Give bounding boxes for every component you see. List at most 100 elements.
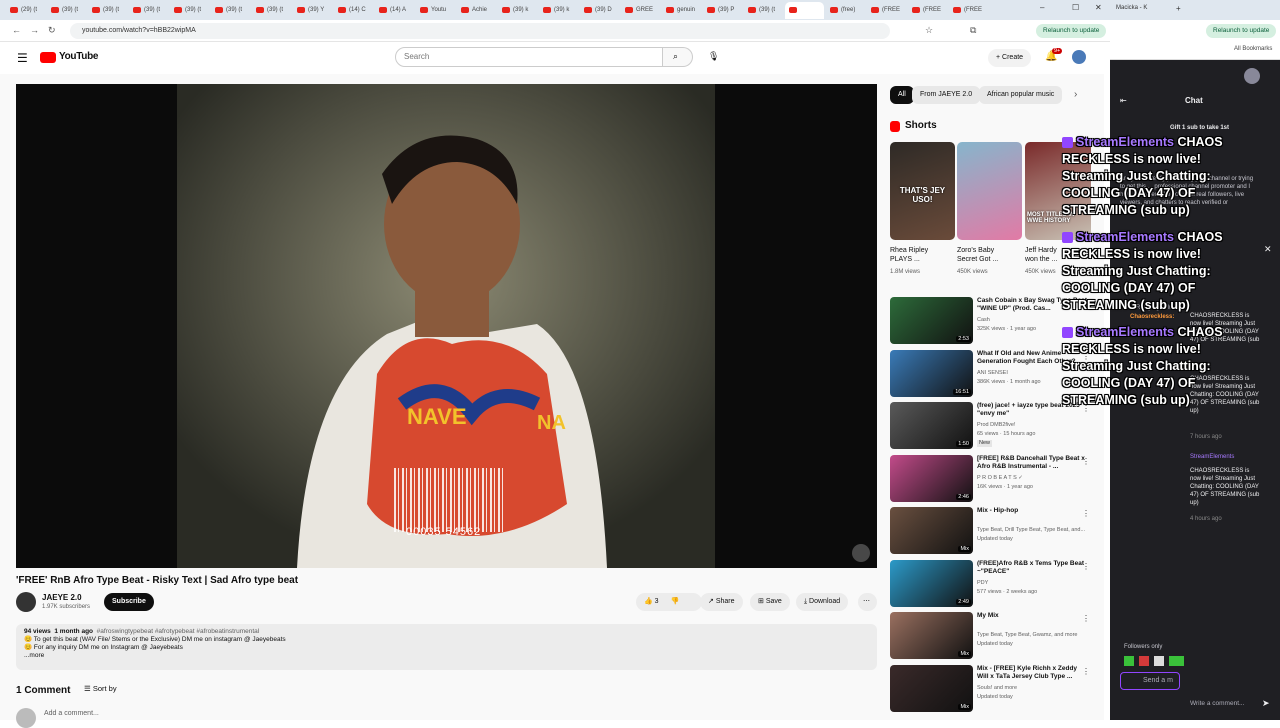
- back-icon[interactable]: ←: [12, 25, 21, 35]
- recommendation-thumbnail[interactable]: 2:49: [890, 559, 973, 607]
- bookmark-star-icon[interactable]: ☆: [925, 25, 933, 36]
- browser-tab[interactable]: [785, 1, 824, 19]
- youtube-logo-icon[interactable]: [40, 52, 56, 63]
- search-button[interactable]: ⌕: [663, 47, 693, 67]
- relaunch-button[interactable]: Relaunch to update: [1036, 24, 1107, 38]
- more-actions-button[interactable]: ⋯: [858, 593, 877, 611]
- recommendation-item[interactable]: 1:50 (free) jace! + iayze type beat 2025 …: [890, 402, 1102, 450]
- recommendation-thumbnail[interactable]: 2:53: [890, 297, 973, 344]
- short-1-title[interactable]: Rhea Ripley PLAYS ...: [890, 246, 942, 264]
- extensions-icon[interactable]: ⧉: [970, 25, 976, 36]
- channel-watermark-icon[interactable]: [852, 544, 870, 562]
- browser-tab[interactable]: genuin: [662, 2, 701, 19]
- recommendation-title[interactable]: (FREE)Afro R&B x Tems Type Beat ~"PEACE": [977, 560, 1089, 576]
- recommendation-channel[interactable]: Type Beat, Drill Type Beat, Type Beat, a…: [977, 527, 1092, 534]
- replying-user[interactable]: Chaosreckless:: [1130, 313, 1174, 321]
- new-tab-icon[interactable]: +: [1176, 4, 1181, 13]
- minimize-icon[interactable]: –: [1040, 3, 1044, 12]
- browser-tab[interactable]: (39) Y: [293, 2, 332, 19]
- browser-tab[interactable]: (free): [826, 2, 865, 19]
- side-tab-title[interactable]: Macicka - K: [1116, 5, 1147, 11]
- recommendation-item[interactable]: Mix Mix - Hip-hop Type Beat, Drill Type Be…: [890, 507, 1102, 555]
- browser-tab[interactable]: (39) (t: [88, 2, 127, 19]
- short-1-thumbnail[interactable]: THAT'S JEY USO!: [890, 142, 955, 240]
- recommendation-title[interactable]: My Mix: [977, 612, 1089, 620]
- write-comment-input[interactable]: Write a comment...: [1190, 700, 1244, 707]
- create-button[interactable]: + Create: [988, 49, 1032, 67]
- browser-tab[interactable]: (14) C: [334, 2, 373, 19]
- browser-tab[interactable]: (39) (t: [47, 2, 86, 19]
- send-message-input[interactable]: Send a m: [1120, 672, 1180, 690]
- search-input[interactable]: Search: [395, 47, 663, 67]
- like-icon[interactable]: 👍: [644, 598, 655, 605]
- collapse-chat-icon[interactable]: ⇤: [1120, 96, 1127, 105]
- recommendation-thumbnail[interactable]: 2:46: [890, 454, 973, 502]
- save-button[interactable]: ⊞ Save: [750, 593, 790, 611]
- gift-sub-banner[interactable]: Gift 1 sub to take 1st: [1170, 124, 1229, 132]
- recommendation-item[interactable]: Mix Mix - [FREE] Kyle Richh x Zeddy Will …: [890, 664, 1102, 713]
- side-relaunch-button[interactable]: Relaunch to update: [1206, 24, 1277, 38]
- menu-icon[interactable]: ☰: [17, 51, 28, 65]
- browser-tab[interactable]: (39) P: [703, 2, 742, 19]
- chip-african-music[interactable]: African popular music: [979, 86, 1063, 104]
- description-box[interactable]: 94 views 1 month ago #afroswingtypebeat …: [16, 624, 877, 670]
- channel-avatar[interactable]: [16, 592, 36, 612]
- close-popup-icon[interactable]: ✕: [1264, 244, 1272, 255]
- download-button[interactable]: ⤓ Download: [796, 593, 849, 611]
- hashtags[interactable]: #afroswingtypebeat #afrotypebeat #afrobe…: [97, 628, 260, 635]
- sort-by-button[interactable]: ☰ Sort by: [84, 684, 117, 693]
- recommendation-channel[interactable]: Cash: [977, 317, 1092, 324]
- recommendation-thumbnail[interactable]: 1:50: [890, 402, 973, 449]
- browser-tab[interactable]: (FREE: [949, 2, 988, 19]
- maximize-icon[interactable]: ☐: [1072, 3, 1079, 12]
- browser-tab[interactable]: (29) (t: [6, 2, 45, 19]
- forward-icon[interactable]: →: [30, 25, 39, 35]
- more-options-icon[interactable]: ⋮: [1082, 457, 1090, 466]
- emote-row[interactable]: [1124, 656, 1184, 666]
- browser-tab[interactable]: (39) (t: [129, 2, 168, 19]
- more-options-icon[interactable]: ⋮: [1082, 509, 1090, 518]
- show-more-link[interactable]: ...more: [24, 652, 869, 660]
- more-options-icon[interactable]: ⋮: [1082, 614, 1090, 623]
- more-options-icon[interactable]: ⋮: [1082, 667, 1090, 676]
- bookmarks-label[interactable]: All Bookmarks: [1234, 46, 1272, 52]
- reload-icon[interactable]: ↻: [48, 25, 56, 36]
- video-player[interactable]: NAVE NA 00035 54562: [16, 84, 877, 568]
- short-2-title[interactable]: Zoro's Baby Secret Got ...: [957, 246, 1009, 264]
- recommendation-thumbnail[interactable]: Mix: [890, 612, 973, 659]
- recommendation-item[interactable]: Mix My Mix Type Beat, Type Beat, Gwamz, an…: [890, 612, 1102, 660]
- browser-tab[interactable]: (39) (t: [744, 2, 783, 19]
- browser-tab[interactable]: (39) k: [539, 2, 578, 19]
- recommendation-title[interactable]: Mix - Hip-hop: [977, 507, 1089, 515]
- browser-tab[interactable]: (FREE: [867, 2, 906, 19]
- chip-all[interactable]: All: [890, 86, 914, 104]
- short-2-thumbnail[interactable]: [957, 142, 1022, 240]
- recommendation-title[interactable]: Mix - [FREE] Kyle Richh x Zeddy Will x T…: [977, 665, 1089, 681]
- dislike-icon[interactable]: 👎: [671, 598, 680, 605]
- recommendation-thumbnail[interactable]: 16:51: [890, 349, 973, 397]
- browser-tab[interactable]: (39) k: [498, 2, 537, 19]
- url-input[interactable]: youtube.com/watch?v=hBB22wipMA: [70, 23, 890, 39]
- short-3-title[interactable]: Jeff Hardy won the ...: [1025, 246, 1065, 264]
- chat-user-3[interactable]: StreamElements: [1190, 453, 1262, 461]
- youtube-logo-text[interactable]: YouTube: [59, 51, 99, 62]
- browser-tab[interactable]: GREE: [621, 2, 660, 19]
- chips-next-icon[interactable]: ›: [1074, 89, 1077, 100]
- chip-from-channel[interactable]: From JAEYE 2.0: [912, 86, 981, 104]
- browser-tab[interactable]: (39) (t: [252, 2, 291, 19]
- send-icon[interactable]: ➤: [1262, 698, 1270, 709]
- twitch-user-avatar[interactable]: [1244, 68, 1260, 84]
- add-comment-input[interactable]: Add a comment...: [44, 710, 99, 717]
- browser-tab[interactable]: (39) D: [580, 2, 619, 19]
- microphone-icon[interactable]: 🎙: [708, 51, 719, 62]
- recommendation-item[interactable]: 2:49 (FREE)Afro R&B x Tems Type Beat ~"PE…: [890, 559, 1102, 608]
- browser-tab[interactable]: (FREE: [908, 2, 947, 19]
- browser-tab[interactable]: Youtu: [416, 2, 455, 19]
- recommendation-title[interactable]: [FREE] R&B Dancehall Type Beat x Afro R&…: [977, 455, 1089, 471]
- browser-tab[interactable]: Achie: [457, 2, 496, 19]
- recommendation-thumbnail[interactable]: Mix: [890, 507, 973, 554]
- recommendation-channel[interactable]: Souls! and more: [977, 685, 1092, 692]
- recommendation-channel[interactable]: Prod DMB2five!: [977, 422, 1092, 429]
- recommendation-channel[interactable]: PDY: [977, 580, 1092, 587]
- channel-name[interactable]: JAEYE 2.0: [42, 593, 82, 602]
